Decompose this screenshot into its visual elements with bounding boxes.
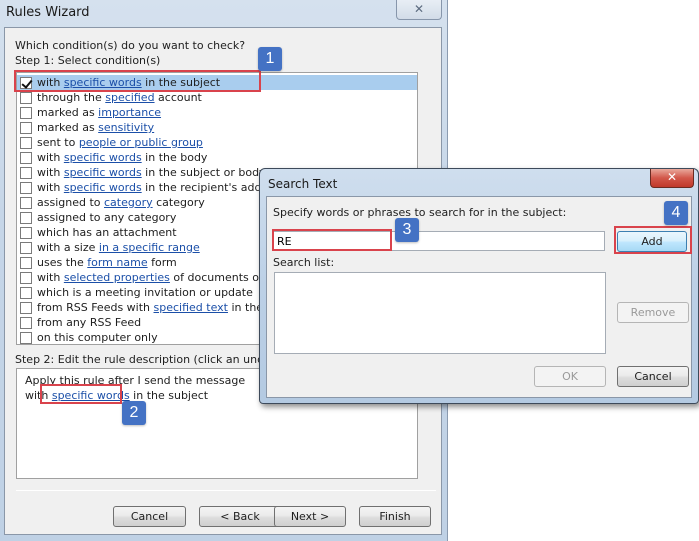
search-list[interactable] [274,272,606,354]
condition-link[interactable]: specific words [64,151,142,164]
close-button[interactable]: ✕ [396,0,442,20]
condition-link[interactable]: sensitivity [98,121,154,134]
condition-link[interactable]: form name [87,256,147,269]
separator [16,490,436,491]
condition-checkbox[interactable] [20,151,32,164]
condition-checkbox[interactable] [20,91,32,104]
add-button[interactable]: Add [617,231,687,252]
condition-text: assigned to [37,196,104,209]
condition-text: with [37,166,64,179]
condition-link[interactable]: specified [105,91,154,104]
condition-text: category [152,196,205,209]
description-line-1: Apply this rule after I send the message [25,374,246,387]
condition-checkbox[interactable] [20,181,32,194]
step-badge-2: 2 [122,401,146,425]
condition-checkbox[interactable] [20,316,32,329]
step-badge-3: 3 [395,218,419,242]
condition-link[interactable]: in a specific range [99,241,200,254]
condition-checkbox[interactable] [20,286,32,299]
condition-link[interactable]: category [104,196,153,209]
condition-text: from any RSS Feed [37,316,142,329]
condition-item[interactable]: with specific words in the subject [17,75,417,90]
condition-text: sent to [37,136,79,149]
close-icon: ✕ [666,170,678,184]
back-button[interactable]: < Back [199,506,281,527]
dialog-cancel-button[interactable]: Cancel [617,366,689,387]
condition-item[interactable]: through the specified account [17,90,417,105]
condition-text: with [37,76,64,89]
condition-checkbox[interactable] [20,76,32,89]
condition-text: in the subject [141,76,221,89]
dialog-close-button[interactable]: ✕ [650,169,694,188]
condition-checkbox[interactable] [20,121,32,134]
step-badge-1: 1 [258,47,282,71]
search-words-input[interactable] [273,231,605,251]
condition-link[interactable]: specific words [64,76,142,89]
condition-checkbox[interactable] [20,331,32,344]
condition-item[interactable]: marked as importance [17,105,417,120]
dialog-title: Search Text [268,177,338,191]
next-button[interactable]: Next > [274,506,346,527]
description-text: with [25,389,52,402]
condition-link[interactable]: specific words [64,166,142,179]
condition-item[interactable]: marked as sensitivity [17,120,417,135]
window-title: Rules Wizard [6,5,90,20]
condition-text: marked as [37,106,99,119]
condition-link[interactable]: selected properties [64,271,170,284]
condition-checkbox[interactable] [20,166,32,179]
dialog-client-area: Specify words or phrases to search for i… [266,196,692,398]
condition-checkbox[interactable] [20,301,32,314]
condition-text: in the body [141,151,208,164]
description-line-2: with specific words in the subject [25,389,208,402]
condition-text: on this computer only [37,331,158,344]
search-text-dialog: Search Text ✕ Specify words or phrases t… [259,168,699,404]
step-badge-4: 4 [664,201,688,225]
condition-link[interactable]: specific words [64,181,142,194]
condition-text: in the subject or body [141,166,266,179]
question-label: Which condition(s) do you want to check? [15,39,246,52]
condition-item[interactable]: sent to people or public group [17,135,417,150]
condition-checkbox[interactable] [20,106,32,119]
condition-checkbox[interactable] [20,196,32,209]
remove-button[interactable]: Remove [617,302,689,323]
condition-text: which is a meeting invitation or update [37,286,253,299]
finish-button[interactable]: Finish [359,506,431,527]
condition-checkbox[interactable] [20,211,32,224]
condition-text: with [37,151,64,164]
condition-text: assigned to any category [37,211,177,224]
search-list-label: Search list: [273,256,335,269]
condition-item[interactable]: with specific words in the body [17,150,417,165]
condition-checkbox[interactable] [20,226,32,239]
condition-text: uses the [37,256,88,269]
condition-checkbox[interactable] [20,241,32,254]
condition-text: with [37,271,64,284]
cancel-button[interactable]: Cancel [113,506,186,527]
condition-text: form [147,256,177,269]
condition-checkbox[interactable] [20,256,32,269]
specific-words-link[interactable]: specific words [52,389,130,402]
close-icon: ✕ [413,2,425,16]
condition-text: from RSS Feeds with [37,301,154,314]
condition-text: with a size [37,241,99,254]
search-prompt-label: Specify words or phrases to search for i… [273,206,567,219]
condition-text: through the [37,91,106,104]
ok-button[interactable]: OK [534,366,606,387]
condition-checkbox[interactable] [20,271,32,284]
condition-text: which has an attachment [37,226,177,239]
condition-text: account [154,91,202,104]
condition-link[interactable]: people or public group [79,136,203,149]
step1-label: Step 1: Select condition(s) [15,54,161,67]
condition-checkbox[interactable] [20,136,32,149]
condition-link[interactable]: specified text [154,301,228,314]
condition-link[interactable]: importance [98,106,161,119]
condition-text: with [37,181,64,194]
condition-text: marked as [37,121,99,134]
